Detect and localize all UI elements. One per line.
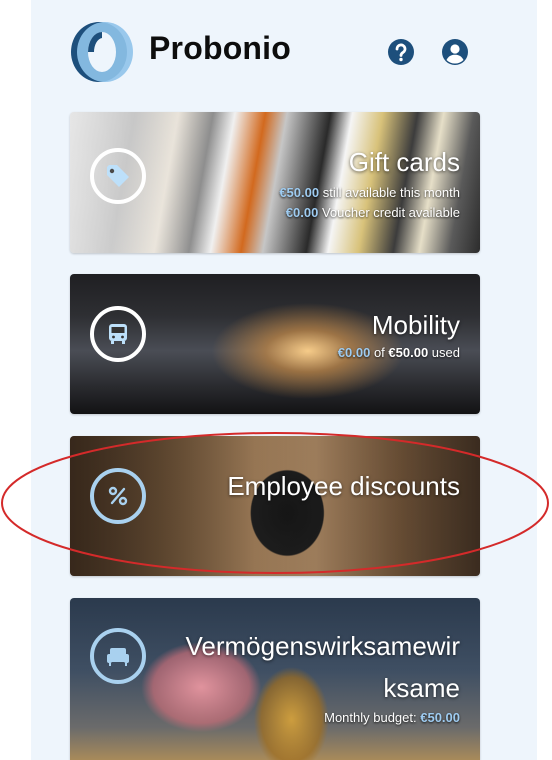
voucher-credit-line: €0.00 Voucher credit available bbox=[286, 203, 460, 223]
employee-discounts-title: Employee discounts bbox=[227, 471, 460, 501]
gift-available-line: €50.00 still available this month bbox=[279, 183, 460, 203]
vwl-title-line1: Vermögenswirksamewir bbox=[185, 631, 460, 661]
brand-name: Probonio bbox=[149, 30, 292, 66]
account-circle-icon[interactable] bbox=[441, 38, 469, 66]
gift-cards-card[interactable]: Gift cards €50.00 still available this m… bbox=[70, 112, 480, 253]
mobility-usage-line: €0.00 of €50.00 used bbox=[338, 343, 460, 363]
gift-icon-circle bbox=[90, 148, 146, 204]
vwl-title-line2: ksame bbox=[383, 673, 460, 703]
percent-icon bbox=[108, 486, 128, 506]
discounts-icon-circle bbox=[90, 468, 146, 524]
vwl-budget-amount: €50.00 bbox=[420, 710, 460, 725]
voucher-credit-amount: €0.00 bbox=[285, 205, 319, 220]
mobility-card[interactable]: Mobility €0.00 of €50.00 used bbox=[70, 274, 480, 414]
employee-discounts-card[interactable]: Employee discounts bbox=[70, 436, 480, 576]
voucher-credit-text: Voucher credit available bbox=[318, 205, 460, 220]
sofa-icon bbox=[107, 648, 129, 666]
mobility-title: Mobility bbox=[371, 310, 460, 340]
help-circle-icon[interactable] bbox=[387, 38, 415, 66]
tag-icon bbox=[107, 165, 129, 187]
gift-available-text: still available this month bbox=[319, 185, 460, 200]
mobility-used-text: used bbox=[428, 345, 460, 360]
app-column: Probonio Gift cards €50.00 still availab… bbox=[31, 0, 537, 760]
vwl-card[interactable]: Vermögenswirksamewir ksame Monthly budge… bbox=[70, 598, 480, 760]
vwl-icon-circle bbox=[90, 628, 146, 684]
probonio-logo[interactable] bbox=[69, 20, 135, 84]
mobility-of-text: of bbox=[370, 345, 389, 360]
gift-cards-title: Gift cards bbox=[348, 147, 460, 177]
gift-available-amount: €50.00 bbox=[279, 185, 320, 200]
vwl-budget-label: Monthly budget: bbox=[324, 710, 421, 725]
mobility-used-amount: €0.00 bbox=[337, 345, 371, 360]
bus-icon bbox=[109, 324, 127, 344]
mobility-total-amount: €50.00 bbox=[388, 345, 429, 360]
vwl-budget-line: Monthly budget: €50.00 bbox=[324, 708, 460, 728]
app-header: Probonio bbox=[31, 0, 537, 100]
mobility-icon-circle bbox=[90, 306, 146, 362]
